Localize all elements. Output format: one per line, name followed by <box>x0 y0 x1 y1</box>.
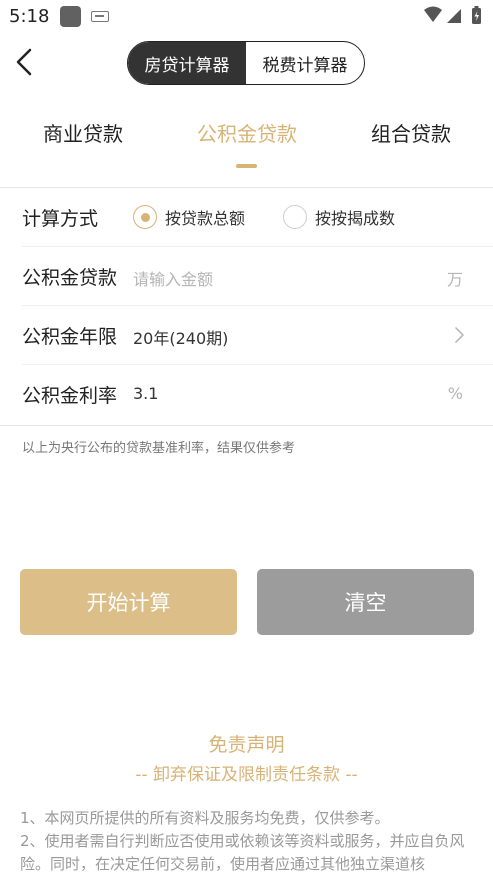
start-calculate-button[interactable]: 开始计算 <box>20 569 237 635</box>
signal-icon <box>447 9 461 23</box>
radio-by-mortgage-ratio[interactable]: 按按揭成数 <box>283 205 395 229</box>
header: 房贷计算器 税费计算器 <box>0 34 493 94</box>
clear-button[interactable]: 清空 <box>257 569 474 635</box>
disclaimer-line-2: 2、使用者需自行判断应否使用或依赖该等资料或服务，并应自负风险。同时，在决定任何… <box>20 832 465 873</box>
keyboard-icon <box>91 11 109 22</box>
tab-combined-loan[interactable]: 组合贷款 <box>371 118 451 147</box>
radio-by-loan-total-label: 按贷款总额 <box>165 209 246 228</box>
loan-amount-input[interactable]: 请输入金额 <box>133 266 213 290</box>
radio-unchecked-icon <box>283 205 307 229</box>
loan-amount-row: 公积金贷款 请输入金额 万 <box>0 247 493 306</box>
loan-amount-unit: 万 <box>446 270 463 289</box>
radio-checked-icon <box>133 205 157 229</box>
calculation-method-label: 计算方式 <box>22 208 99 230</box>
divider <box>0 425 493 426</box>
status-icons <box>423 5 487 27</box>
chevron-right-icon <box>455 327 464 343</box>
back-arrow-icon[interactable] <box>10 44 40 80</box>
status-bar: 5:18 <box>0 0 493 34</box>
loan-amount-label: 公积金贷款 <box>22 267 118 289</box>
radio-by-mortgage-ratio-label: 按按揭成数 <box>315 209 396 228</box>
loan-term-value[interactable]: 20年(240期) <box>133 325 228 349</box>
disclaimer-subtitle: -- 卸弃保证及限制责任条款 -- <box>135 765 358 785</box>
interest-rate-row: 公积金利率 3.1 % <box>0 365 493 424</box>
tab-provident-fund-loan[interactable]: 公积金贷款 <box>197 118 297 147</box>
loan-term-label: 公积金年限 <box>22 326 118 348</box>
disclaimer-line-1: 1、本网页所提供的所有资料及服务均免费，仅供参考。 <box>20 809 390 827</box>
radio-by-loan-total[interactable]: 按贷款总额 <box>133 205 245 229</box>
segment-mortgage-calculator[interactable]: 房贷计算器 <box>128 42 246 84</box>
interest-rate-input[interactable]: 3.1 <box>133 384 158 403</box>
battery-icon <box>472 6 481 24</box>
segment-tax-calculator[interactable]: 税费计算器 <box>246 42 364 84</box>
wifi-icon <box>424 6 442 22</box>
calculation-method-row: 计算方式 按贷款总额 按按揭成数 <box>0 188 493 247</box>
disclaimer-title: 免责声明 <box>208 734 285 756</box>
loan-type-tabs: 商业贷款 公积金贷款 组合贷款 <box>0 104 493 184</box>
rate-note: 以上为央行公布的贷款基准利率，结果仅供参考 <box>22 441 296 456</box>
interest-rate-unit: % <box>447 384 463 403</box>
disclaimer-text: 1、本网页所提供的所有资料及服务均免费，仅供参考。 2、使用者需自行判断应否使用… <box>20 807 475 876</box>
calculator-type-switch: 房贷计算器 税费计算器 <box>127 41 365 85</box>
status-time: 5:18 <box>9 6 50 27</box>
app-notification-icon <box>60 6 81 27</box>
tab-commercial-loan[interactable]: 商业贷款 <box>43 118 123 147</box>
active-tab-indicator <box>236 164 257 168</box>
loan-term-row[interactable]: 公积金年限 20年(240期) <box>0 306 493 365</box>
interest-rate-label: 公积金利率 <box>22 385 118 407</box>
